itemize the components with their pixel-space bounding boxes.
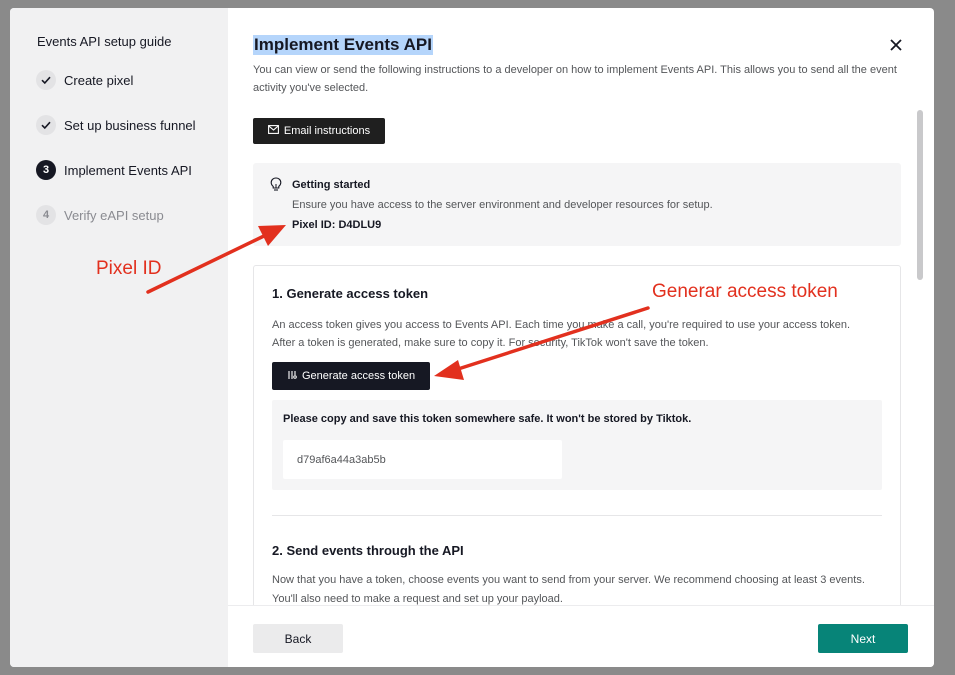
email-instructions-label: Email instructions: [283, 125, 371, 137]
generate-access-token-button[interactable]: Generate access token: [272, 362, 430, 390]
access-token-field[interactable]: [283, 440, 562, 479]
step-number-badge: 3: [36, 160, 56, 180]
implementation-steps-card: 1. Generate access token An access token…: [253, 265, 901, 605]
lightbulb-icon: [270, 177, 282, 197]
next-button[interactable]: Next: [818, 624, 908, 653]
page-title: Implement Events API: [253, 35, 433, 55]
setup-guide-sidebar: Events API setup guide Create pixel Set …: [10, 8, 228, 667]
intro-text: You can view or send the following instr…: [253, 64, 897, 94]
modal-footer: Back Next: [228, 605, 934, 667]
step-label: Set up business funnel: [64, 117, 196, 133]
mail-icon: [267, 125, 279, 137]
token-annotation: Generar access token: [652, 281, 838, 302]
pixel-id-annotation: Pixel ID: [96, 258, 162, 279]
divider: [272, 515, 882, 516]
step-number-badge: 4: [36, 205, 56, 225]
setup-modal: Events API setup guide Create pixel Set …: [10, 8, 934, 667]
token-icon: [287, 370, 297, 383]
step1-title: 1. Generate access token: [272, 286, 429, 301]
step1-description: An access token gives you access to Even…: [272, 319, 851, 349]
step-implement-events-api[interactable]: 3 Implement Events API: [36, 159, 192, 181]
pixel-id-text: Pixel ID: D4DLU9: [292, 219, 382, 231]
email-instructions-button[interactable]: Email instructions: [253, 118, 385, 144]
sidebar-title: Events API setup guide: [37, 34, 172, 49]
step-create-pixel[interactable]: Create pixel: [36, 69, 133, 91]
scrollbar-thumb[interactable]: [917, 110, 923, 280]
step2-description: Now that you have a token, choose events…: [272, 574, 865, 605]
step2-title: 2. Send events through the API: [272, 543, 464, 558]
back-button[interactable]: Back: [253, 624, 343, 653]
step-label: Verify eAPI setup: [64, 207, 164, 223]
check-icon: [36, 70, 56, 90]
main-content: Implement Events API You can view or sen…: [228, 8, 934, 605]
step-verify-eapi[interactable]: 4 Verify eAPI setup: [36, 204, 164, 226]
step-business-funnel[interactable]: Set up business funnel: [36, 114, 196, 136]
getting-started-title: Getting started: [292, 179, 371, 191]
token-note: Please copy and save this token somewher…: [283, 413, 692, 425]
step-label: Create pixel: [64, 72, 134, 88]
check-icon: [36, 115, 56, 135]
generate-access-token-label: Generate access token: [301, 370, 416, 382]
getting-started-description: Ensure you have access to the server env…: [292, 199, 713, 211]
close-icon[interactable]: [887, 36, 905, 54]
getting-started-panel: Getting started Ensure you have access t…: [253, 163, 901, 246]
step-label: Implement Events API: [64, 162, 192, 178]
token-panel: Please copy and save this token somewher…: [272, 400, 882, 490]
